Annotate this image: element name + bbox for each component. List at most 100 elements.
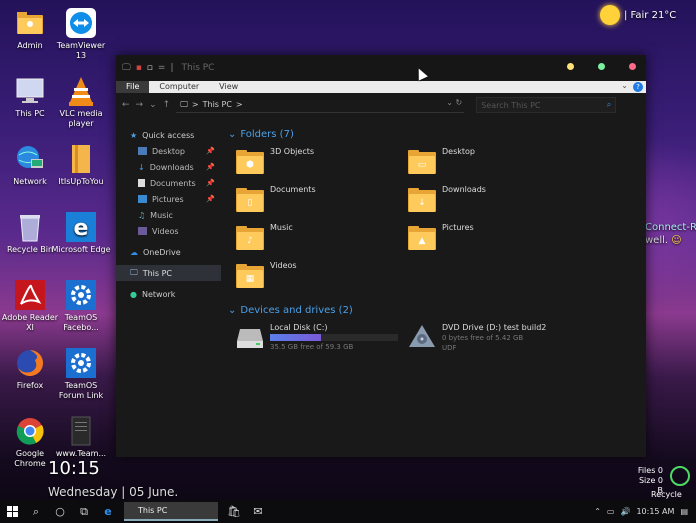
drives-grid: Local Disk (C:) 35.5 GB free of 59.3 GB … xyxy=(228,323,646,363)
divider: | xyxy=(170,63,174,73)
tab-computer[interactable]: Computer xyxy=(149,81,209,93)
windows-icon xyxy=(6,506,18,517)
nav-quick-access[interactable]: ★ Quick access xyxy=(116,127,221,143)
firefox-icon xyxy=(15,348,45,378)
music-icon: ♫ xyxy=(138,210,146,220)
nav-item-music[interactable]: ♫ Music xyxy=(116,207,221,223)
tab-view[interactable]: View xyxy=(209,81,248,93)
folder-3d-objects[interactable]: ⬢ 3D Objects xyxy=(236,147,386,179)
title-bar[interactable]: 🖵 ▪ ▫ = | This PC xyxy=(116,55,646,81)
taskbar-mail[interactable]: ✉ xyxy=(246,500,270,523)
monitor-icon xyxy=(15,76,45,106)
nav-item-documents[interactable]: Documents 📌 xyxy=(116,175,221,191)
chevron-down-icon[interactable]: ⌄ xyxy=(621,81,628,90)
smiley-icon: ☺ xyxy=(671,235,682,246)
mail-icon: ✉ xyxy=(253,505,263,518)
help-icon[interactable]: ? xyxy=(633,82,643,92)
chevron-down-icon: ⌄ xyxy=(228,128,237,140)
desktop-icon-label: Microsoft Edge xyxy=(51,245,111,254)
tray-clock[interactable]: 10:15 AM xyxy=(636,507,674,516)
nav-label: OneDrive xyxy=(143,247,181,257)
chevron-up-icon[interactable]: ⌃ xyxy=(594,507,601,516)
quick-access-toolbar: 🖵 ▪ ▫ = | xyxy=(122,63,174,73)
breadcrumb-separator: > xyxy=(235,100,243,109)
desktop-icon-itisuptoyou[interactable]: ItIsUpToYou xyxy=(51,144,111,187)
drive-name: Local Disk (C:) xyxy=(270,323,328,332)
drive-detail: 35.5 GB free of 59.3 GB xyxy=(270,343,354,351)
chevron-down-icon[interactable]: ⌄ xyxy=(446,98,453,107)
taskbar-store[interactable]: 🛍 xyxy=(222,500,246,523)
videos-folder-icon: ▦ xyxy=(236,264,264,288)
folder-pictures[interactable]: ▲ Pictures xyxy=(408,223,558,255)
recycle-files: Files 0 xyxy=(637,466,663,475)
desktop-icon-vlc[interactable]: VLC media player xyxy=(51,76,111,129)
nav-network[interactable]: ● Network xyxy=(116,286,221,302)
star-icon: ★ xyxy=(130,130,138,140)
recent-locations-icon[interactable]: ⌄ xyxy=(149,100,157,110)
nav-label: Quick access xyxy=(142,130,195,140)
drive-local-disk-c[interactable]: Local Disk (C:) 35.5 GB free of 59.3 GB xyxy=(236,323,398,351)
folder-videos[interactable]: ▦ Videos xyxy=(236,261,386,293)
nav-item-pictures[interactable]: Pictures 📌 xyxy=(116,191,221,207)
volume-icon[interactable]: 🔊 xyxy=(620,507,630,516)
teamviewer-icon xyxy=(66,8,96,38)
up-arrow-icon[interactable]: ↑ xyxy=(163,100,171,110)
properties-icon[interactable]: ▪ xyxy=(136,63,142,73)
taskbar-edge[interactable]: e xyxy=(96,500,120,523)
nav-item-downloads[interactable]: ↓ Downloads 📌 xyxy=(116,159,221,175)
explorer-body: ★ Quick access Desktop 📌 ↓ Downloads 📌 D… xyxy=(116,117,646,457)
forward-arrow-icon[interactable]: → xyxy=(136,100,144,110)
nav-onedrive[interactable]: ☁ OneDrive xyxy=(116,244,221,260)
folder-downloads[interactable]: ↓ Downloads xyxy=(408,185,558,217)
vlc-icon xyxy=(66,76,96,106)
nav-item-videos[interactable]: Videos xyxy=(116,223,221,239)
folders-group-header[interactable]: ⌄ Folders (7) xyxy=(228,127,646,141)
edge-icon: e xyxy=(66,212,96,242)
desktop-icon-teamos-facebook[interactable]: TeamOS Facebo... xyxy=(51,280,111,333)
close-button[interactable] xyxy=(629,63,636,70)
folder-documents[interactable]: ▯ Documents xyxy=(236,185,386,217)
sun-icon xyxy=(600,5,620,25)
search-icon[interactable]: ⌕ xyxy=(607,100,611,110)
search-button[interactable]: ⌕ xyxy=(24,500,48,523)
desktop-icon-edge[interactable]: e Microsoft Edge xyxy=(51,212,111,255)
search-input[interactable]: Search This PC ⌕ xyxy=(476,97,617,113)
task-view-icon: ⧉ xyxy=(80,504,88,518)
hard-drive-icon xyxy=(237,329,263,348)
start-button[interactable] xyxy=(0,500,24,523)
breadcrumb-this-pc[interactable]: This PC xyxy=(203,100,232,109)
back-arrow-icon[interactable]: ← xyxy=(122,100,130,110)
explorer-window: 🖵 ▪ ▫ = | This PC File Computer View ⌄ ?… xyxy=(116,55,646,457)
nav-item-desktop[interactable]: Desktop 📌 xyxy=(116,143,221,159)
drives-group-header[interactable]: ⌄ Devices and drives (2) xyxy=(228,303,646,317)
tab-file[interactable]: File xyxy=(116,81,150,93)
task-view-button[interactable]: ⧉ xyxy=(72,500,96,523)
desktop-icon-label: VLC media player xyxy=(59,109,103,128)
maximize-button[interactable] xyxy=(598,63,605,70)
minimize-button[interactable] xyxy=(567,63,574,70)
network-tray-icon[interactable]: ▭ xyxy=(607,507,615,516)
address-bar[interactable]: 🖵 > This PC > ⌄ ↻ xyxy=(176,98,465,113)
edge-icon: e xyxy=(104,505,112,518)
drive-name: DVD Drive (D:) test build2 xyxy=(442,323,547,332)
action-center-icon[interactable]: ▤ xyxy=(680,507,688,516)
folder-label: Documents xyxy=(270,185,316,194)
drive-dvd-d[interactable]: DVD Drive (D:) test build2 0 bytes free … xyxy=(408,323,546,352)
desktop-date: Wednesday | 05 June. xyxy=(48,485,179,499)
taskbar-task-this-pc[interactable]: This PC xyxy=(124,502,218,521)
navigation-pane: ★ Quick access Desktop 📌 ↓ Downloads 📌 D… xyxy=(116,117,221,457)
desktop-icon-teamos-forum[interactable]: TeamOS Forum Link xyxy=(51,348,111,401)
folder-music[interactable]: ♪ Music xyxy=(236,223,386,255)
new-folder-icon[interactable]: ▫ xyxy=(147,63,153,73)
cortana-button[interactable]: ○ xyxy=(48,500,72,523)
customize-toolbar-icon[interactable]: = xyxy=(158,63,166,73)
folder-desktop[interactable]: ▭ Desktop xyxy=(408,147,558,179)
drive-usage-fill xyxy=(270,334,322,341)
desktop-icon-www-team[interactable]: www.Team... xyxy=(51,416,111,459)
nav-this-pc[interactable]: 🖵 This PC xyxy=(116,265,221,281)
desktop-icon-teamviewer[interactable]: TeamViewer 13 xyxy=(51,8,111,61)
weather-text: | Fair 21°C xyxy=(624,9,677,21)
gear-icon xyxy=(66,348,96,378)
nav-label: Downloads xyxy=(149,162,194,172)
refresh-icon[interactable]: ↻ xyxy=(455,98,462,107)
